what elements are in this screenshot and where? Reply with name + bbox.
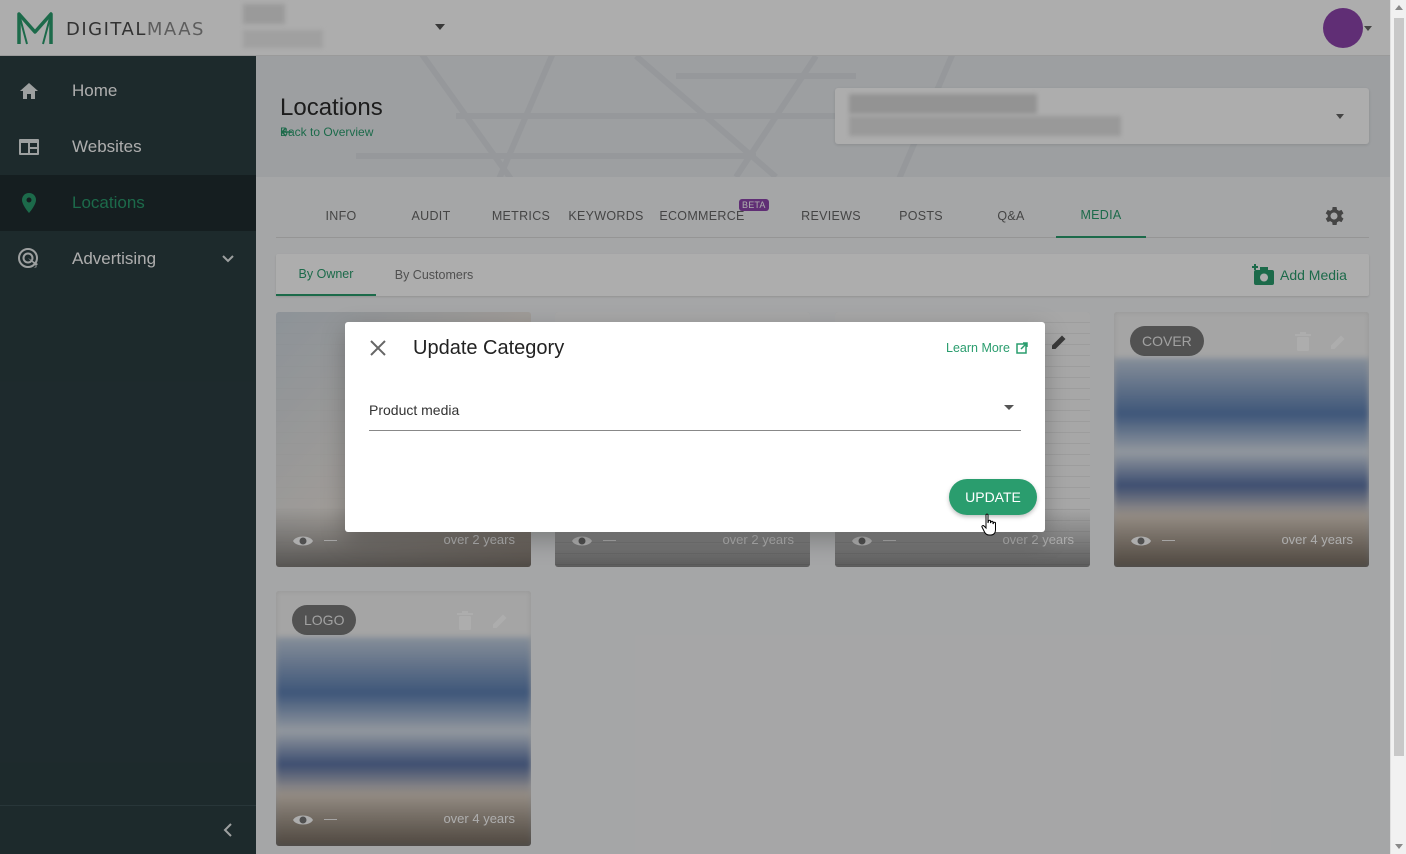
hand-cursor-icon (981, 513, 996, 536)
close-icon[interactable] (369, 339, 387, 357)
scroll-down-icon[interactable] (1395, 844, 1403, 849)
scroll-up-icon[interactable] (1395, 5, 1403, 10)
scrollbar-thumb[interactable] (1394, 18, 1404, 756)
learn-more-label: Learn More (946, 341, 1010, 355)
dialog-title: Update Category (413, 337, 565, 359)
category-select-value: Product media (369, 402, 460, 418)
chevron-down-icon (1004, 405, 1014, 410)
category-select[interactable]: Product media (369, 392, 1021, 431)
update-button[interactable]: UPDATE (949, 479, 1037, 515)
learn-more-link[interactable]: Learn More (946, 341, 1028, 355)
update-category-dialog: Update Category Learn More Product media… (345, 322, 1045, 532)
page-scrollbar[interactable] (1390, 0, 1406, 854)
external-link-icon (1016, 342, 1028, 354)
